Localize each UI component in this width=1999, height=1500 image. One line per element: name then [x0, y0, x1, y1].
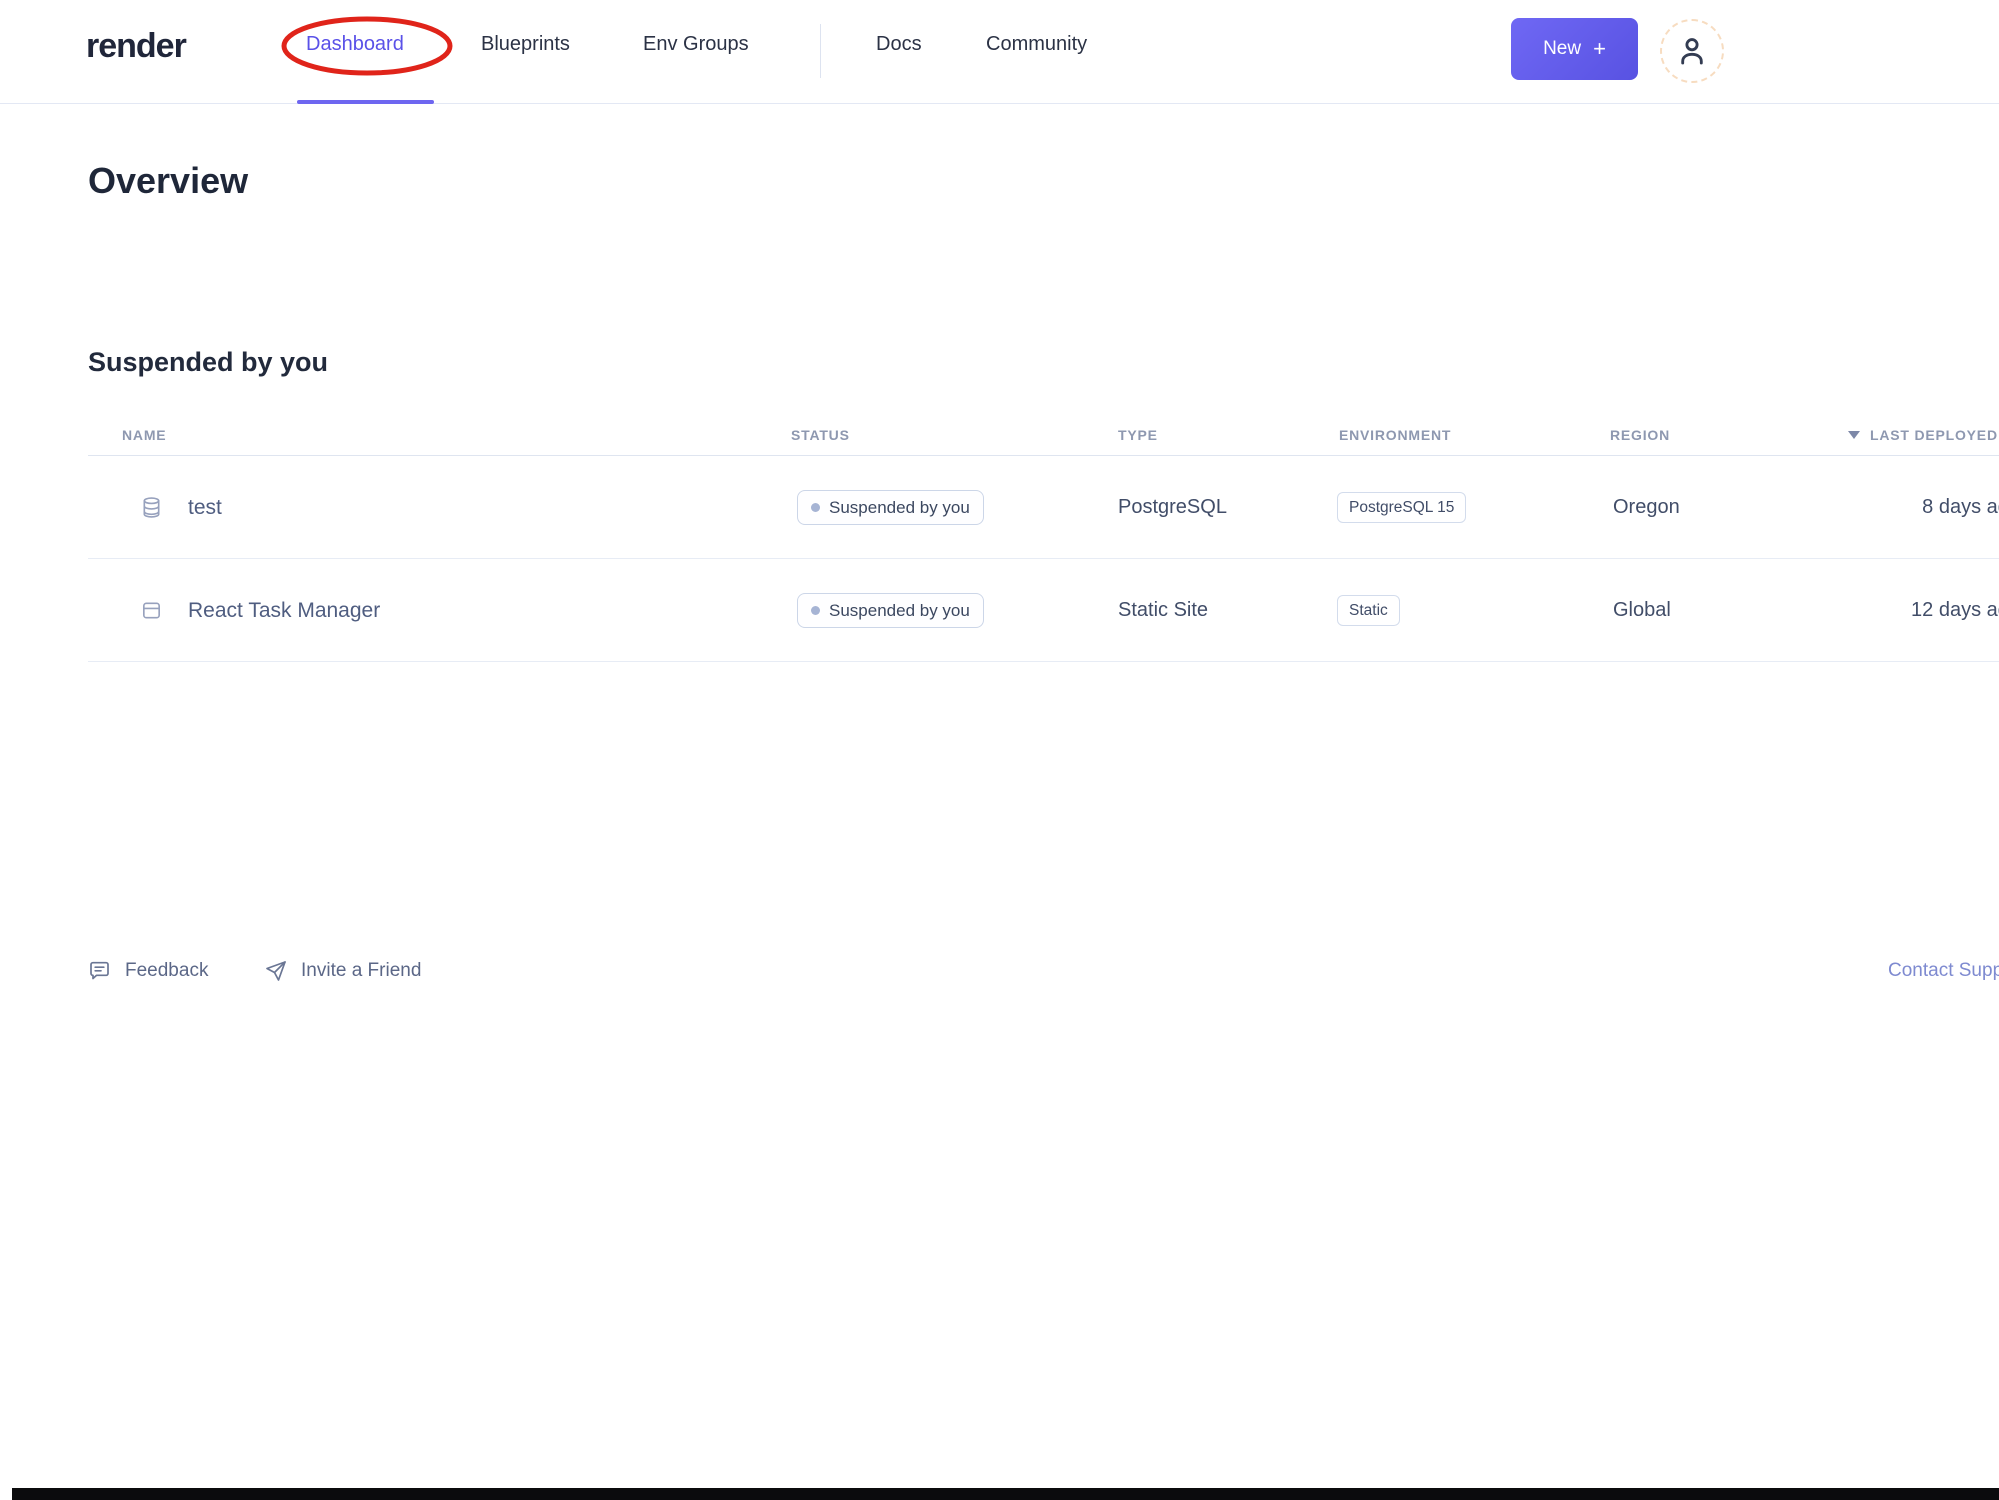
- contact-support-link[interactable]: Contact Support: [1888, 952, 1999, 990]
- nav-link-community[interactable]: Community: [986, 33, 1087, 56]
- nav-tab-dashboard[interactable]: Dashboard: [306, 33, 404, 56]
- last-deploy-cell: 12 days ago: [1911, 599, 1999, 621]
- column-header-name[interactable]: NAME: [122, 414, 166, 455]
- nav-link-docs[interactable]: Docs: [876, 33, 922, 56]
- status-badge: Suspended by you: [797, 593, 984, 628]
- paper-plane-icon: [266, 961, 286, 981]
- column-header-environment[interactable]: ENVIRONMENT: [1339, 414, 1451, 455]
- column-header-last-deploy[interactable]: LAST DEPLOYED: [1848, 414, 1998, 455]
- environment-cell: PostgreSQL 15: [1337, 456, 1467, 559]
- environment-badge: Static: [1337, 595, 1400, 626]
- user-icon: [1681, 38, 1703, 65]
- table-row[interactable]: test Suspended by you PostgreSQL Postgre…: [0, 456, 1999, 559]
- bottom-bar: [12, 1488, 1999, 1500]
- nav-tab-blueprints[interactable]: Blueprints: [481, 33, 570, 56]
- top-navbar: render Dashboard Blueprints Env Groups D…: [0, 0, 1999, 104]
- service-name-cell[interactable]: test: [140, 456, 222, 559]
- service-name-cell[interactable]: React Task Manager: [140, 559, 380, 662]
- sort-descending-icon: [1848, 430, 1860, 439]
- feedback-icon: [90, 961, 109, 980]
- render-logo[interactable]: render: [86, 27, 187, 66]
- account-menu-button[interactable]: [1660, 19, 1724, 83]
- service-name: React Task Manager: [188, 598, 381, 622]
- page-title: Overview: [88, 160, 249, 201]
- section-title-suspended: Suspended by you: [88, 347, 329, 377]
- last-deploy-cell: 8 days ago: [1922, 496, 1999, 518]
- column-header-region[interactable]: REGION: [1610, 414, 1670, 455]
- column-header-status[interactable]: STATUS: [791, 414, 850, 455]
- environment-badge: PostgreSQL 15: [1337, 492, 1467, 523]
- invite-friend-link[interactable]: Invite a Friend: [264, 952, 421, 990]
- plus-icon: +: [1593, 36, 1606, 61]
- nav-tab-env-groups[interactable]: Env Groups: [643, 33, 749, 56]
- status-badge: Suspended by you: [797, 490, 984, 525]
- region-cell: Global: [1613, 599, 1671, 621]
- type-cell: PostgreSQL: [1118, 496, 1227, 518]
- static-site-icon: [143, 602, 160, 619]
- active-tab-underline: [297, 100, 434, 104]
- new-button[interactable]: New +: [1511, 18, 1638, 80]
- feedback-link[interactable]: Feedback: [88, 952, 208, 990]
- table-row[interactable]: React Task Manager Suspended by you Stat…: [0, 559, 1999, 662]
- status-cell: Suspended by you: [797, 559, 984, 662]
- type-cell: Static Site: [1118, 599, 1209, 621]
- nav-divider: [820, 24, 821, 78]
- table-header-row: NAME STATUS TYPE ENVIRONMENT REGION LAST…: [0, 414, 1999, 455]
- service-name: test: [188, 495, 222, 519]
- status-dot-icon: [811, 503, 820, 512]
- status-cell: Suspended by you: [797, 456, 984, 559]
- column-header-type[interactable]: TYPE: [1118, 414, 1158, 455]
- new-button-label: New: [1543, 38, 1582, 59]
- status-dot-icon: [811, 606, 820, 615]
- region-cell: Oregon: [1613, 496, 1680, 518]
- environment-cell: Static: [1337, 559, 1400, 662]
- database-icon: [143, 497, 160, 518]
